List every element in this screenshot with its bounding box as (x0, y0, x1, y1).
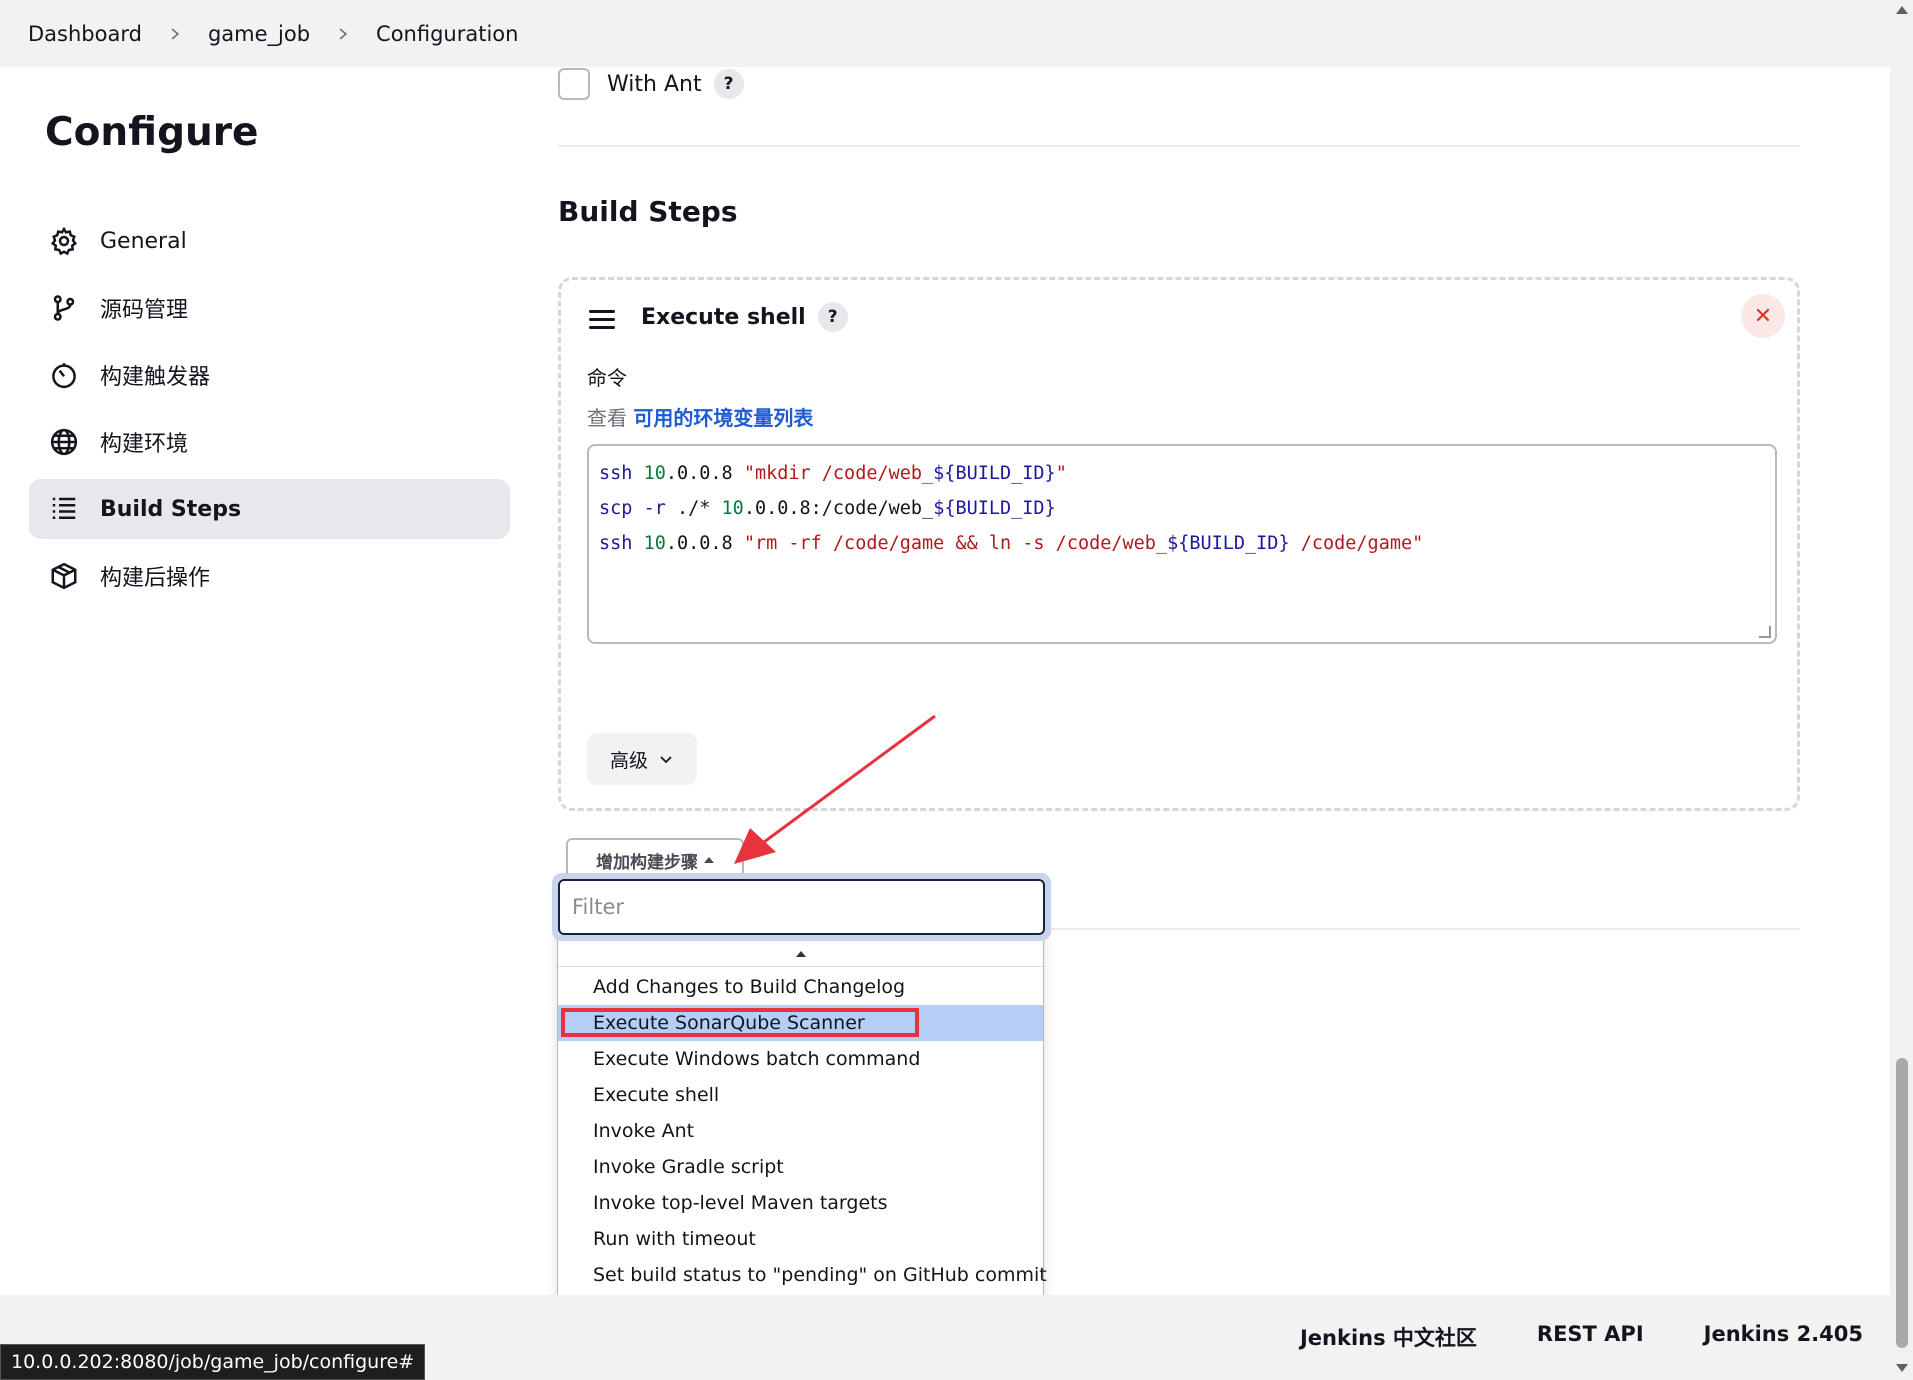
dropdown-item-label: Set build status to "pending" on GitHub … (593, 1264, 1047, 1286)
sidebar-item-label: General (100, 228, 187, 254)
dropdown-item[interactable]: Invoke Gradle script (558, 1149, 1043, 1185)
package-icon (48, 560, 80, 592)
sidebar-item-build-environment[interactable]: 构建环境 (29, 412, 510, 472)
step-title: Execute shell ? (641, 302, 848, 332)
scrollbar-thumb[interactable] (1896, 1058, 1908, 1348)
code-line: scp -r ./* 10.0.0.8:/code/web_${BUILD_ID… (599, 498, 1056, 519)
sidebar-item-build-steps[interactable]: Build Steps (29, 479, 510, 539)
dropdown-item-label: Add Changes to Build Changelog (593, 976, 906, 998)
code-line: ssh 10.0.0.8 "rm -rf /code/game && ln -s… (599, 533, 1424, 554)
env-vars-link[interactable]: 可用的环境变量列表 (633, 406, 813, 430)
sidebar-item-label: 构建触发器 (100, 365, 211, 390)
dropdown-item[interactable]: Execute shell (558, 1077, 1043, 1113)
list-icon (48, 493, 80, 525)
dropdown-item[interactable]: Execute Windows batch command (558, 1041, 1043, 1077)
timer-icon (48, 359, 80, 391)
scroll-down-arrow-icon[interactable] (1896, 1364, 1908, 1372)
dropdown-item[interactable]: Set build status to "pending" on GitHub … (558, 1257, 1047, 1293)
annotation-highlight-box (561, 1008, 919, 1037)
page-title: Configure (45, 110, 259, 155)
footer-links: Jenkins 中文社区 REST API Jenkins 2.405 (1300, 1322, 1863, 1352)
dropdown-list: Add Changes to Build Changelog Execute So… (558, 969, 1047, 1329)
filter-input[interactable]: Filter (558, 879, 1045, 935)
dropdown-item-label: Invoke Gradle script (593, 1156, 784, 1178)
with-ant-option: With Ant ? (558, 68, 744, 100)
sidebar-item-build-triggers[interactable]: 构建触发器 (29, 345, 510, 405)
step-title-text: Execute shell (641, 304, 806, 330)
advanced-label: 高级 (609, 749, 648, 772)
breadcrumb-game-job[interactable]: game_job (208, 22, 310, 46)
dropdown-item[interactable]: Invoke Ant (558, 1113, 1043, 1149)
scroll-up-arrow-icon[interactable] (1896, 6, 1908, 14)
dropdown-item[interactable]: Add Changes to Build Changelog (558, 969, 1043, 1005)
status-bar-url: 10.0.0.202:8080/job/game_job/configure# (0, 1344, 426, 1380)
command-label: 命令 (587, 366, 627, 390)
with-ant-checkbox[interactable] (558, 68, 590, 100)
env-prefix: 查看 (587, 406, 627, 430)
divider (1043, 928, 1800, 930)
add-build-step-label: 增加构建步骤 (596, 852, 698, 873)
sidebar-item-post-build[interactable]: 构建后操作 (29, 546, 510, 606)
sidebar-item-general[interactable]: General (29, 211, 510, 271)
footer-link-version[interactable]: Jenkins 2.405 (1704, 1322, 1863, 1352)
build-step-execute-shell: Execute shell ? ✕ 命令 查看 可用的环境变量列表 ssh 10… (558, 277, 1800, 811)
globe-icon (48, 426, 80, 458)
dropdown-scroll-up[interactable] (558, 941, 1043, 967)
help-icon[interactable]: ? (713, 69, 744, 99)
command-textarea[interactable]: ssh 10.0.0.8 "mkdir /code/web_${BUILD_ID… (587, 444, 1777, 644)
chevron-down-icon (660, 756, 672, 764)
caret-up-icon (795, 950, 806, 957)
caret-up-icon (704, 857, 714, 863)
footer-link-rest-api[interactable]: REST API (1537, 1322, 1644, 1352)
breadcrumb-configuration[interactable]: Configuration (376, 22, 518, 46)
close-icon[interactable]: ✕ (1741, 294, 1785, 338)
dropdown-item-label: Invoke Ant (593, 1120, 695, 1142)
help-icon[interactable]: ? (817, 302, 848, 332)
sidebar-item-source-control[interactable]: 源码管理 (29, 278, 510, 338)
dropdown-item-label: Invoke top-level Maven targets (593, 1192, 888, 1214)
dropdown-item[interactable]: Invoke top-level Maven targets (558, 1185, 1043, 1221)
drag-handle-icon[interactable] (589, 310, 615, 332)
footer-link-community[interactable]: Jenkins 中文社区 (1300, 1322, 1477, 1352)
advanced-button[interactable]: 高级 (587, 733, 697, 785)
build-step-dropdown: Filter Add Changes to Build Changelog Exe… (552, 873, 1051, 1356)
breadcrumb-dashboard[interactable]: Dashboard (28, 22, 142, 46)
sidebar-item-label: 构建环境 (100, 432, 189, 457)
section-title-build-steps: Build Steps (558, 195, 738, 228)
dropdown-item[interactable]: Run with timeout (558, 1221, 1043, 1257)
dropdown-item-label: Run with timeout (593, 1228, 756, 1250)
sidebar-nav: General 源码管理 构建触发器 构建环境 Build Steps 构建后操… (29, 211, 510, 613)
dropdown-item[interactable]: Execute SonarQube Scanner (558, 1005, 1043, 1041)
dropdown-item-label: Execute Windows batch command (593, 1048, 921, 1070)
branch-icon (48, 292, 80, 324)
code-line: ssh 10.0.0.8 "mkdir /code/web_${BUILD_ID… (599, 463, 1067, 484)
resize-handle-icon[interactable] (1759, 626, 1771, 638)
chevron-right-icon (168, 27, 182, 41)
env-vars-line: 查看 可用的环境变量列表 (587, 402, 813, 431)
sidebar-item-label: 构建后操作 (100, 566, 211, 591)
gear-icon (48, 225, 80, 257)
vertical-scrollbar[interactable] (1890, 0, 1913, 1380)
sidebar-item-label: 源码管理 (100, 298, 189, 323)
with-ant-label: With Ant (607, 71, 702, 97)
sidebar-item-label: Build Steps (100, 496, 242, 522)
chevron-right-icon (336, 27, 350, 41)
breadcrumb: Dashboard game_job Configuration (0, 0, 1890, 67)
divider (558, 145, 1800, 147)
dropdown-item-label: Execute shell (593, 1084, 720, 1106)
